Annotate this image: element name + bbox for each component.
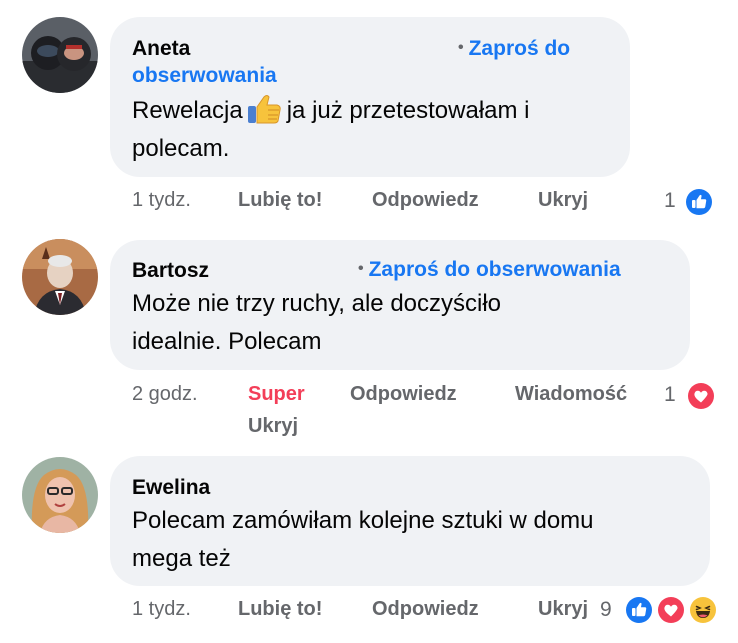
avatar[interactable] (22, 239, 98, 315)
comment-actions: 1 tydz. Lubię to! Odpowiedz Ukryj 1 (0, 187, 738, 219)
comment-bubble: Ewelina Polecam zamówiłam kolejne sztuki… (110, 456, 710, 586)
avatar[interactable] (22, 457, 98, 533)
timestamp[interactable]: 1 tydz. (132, 598, 191, 621)
reaction-count[interactable]: 1 (664, 383, 676, 407)
follow-button[interactable]: • Zaproś do (458, 34, 570, 63)
follow-label: obserwowania (132, 64, 277, 87)
comment-author[interactable]: Ewelina (132, 476, 210, 500)
follow-label: Zaproś do obserwowania (368, 258, 621, 281)
reaction-count[interactable]: 1 (664, 189, 676, 213)
love-reaction-icon[interactable] (686, 381, 716, 411)
timestamp[interactable]: 2 godz. (132, 383, 198, 406)
like-button[interactable]: Lubię to! (238, 598, 322, 621)
message-button[interactable]: Wiadomość (515, 383, 627, 406)
super-reaction-button[interactable]: Super (248, 383, 305, 406)
comment-actions: 1 tydz. Lubię to! Odpowiedz Ukryj 9 (0, 595, 738, 632)
follow-button[interactable]: • Zaproś do obserwowania (358, 255, 621, 284)
comment-bubble: Bartosz • Zaproś do obserwowania Może nie… (110, 240, 690, 370)
separator-dot: • (358, 260, 364, 277)
hide-button[interactable]: Ukryj (538, 189, 588, 212)
timestamp[interactable]: 1 tydz. (132, 189, 191, 212)
love-reaction-icon[interactable] (656, 595, 686, 625)
avatar[interactable] (22, 17, 98, 93)
like-reaction-icon[interactable] (684, 187, 714, 217)
comment-author[interactable]: Aneta (132, 37, 190, 61)
reply-button[interactable]: Odpowiedz (372, 598, 479, 621)
follow-button-continued[interactable]: obserwowania (132, 62, 277, 90)
thumbs-up-emoji-icon (247, 94, 281, 124)
reply-button[interactable]: Odpowiedz (372, 189, 479, 212)
haha-reaction-icon[interactable] (688, 595, 718, 625)
comment-bubble: Aneta • Zaproś do obserwowania Rewelacja … (110, 17, 630, 177)
comment-text: Może nie trzy ruchy, ale doczyściło idea… (132, 290, 502, 355)
like-reaction-icon[interactable] (624, 595, 654, 625)
comment-actions: 2 godz. Super Odpowiedz Wiadomość Ukryj … (0, 381, 738, 447)
comment-aneta: Aneta • Zaproś do obserwowania Rewelacja … (0, 0, 738, 230)
reply-button[interactable]: Odpowiedz (350, 383, 457, 406)
comment-author[interactable]: Bartosz (132, 259, 209, 283)
like-button[interactable]: Lubię to! (238, 189, 322, 212)
comment-ewelina: Ewelina Polecam zamówiłam kolejne sztuki… (0, 450, 738, 643)
hide-button[interactable]: Ukryj (538, 598, 588, 621)
comment-bartosz: Bartosz • Zaproś do obserwowania Może nie… (0, 230, 738, 450)
separator-dot: • (458, 39, 464, 56)
hide-button[interactable]: Ukryj (248, 415, 298, 438)
reaction-count[interactable]: 9 (600, 598, 612, 622)
comment-text: Rewelacja ja już przetestowałam i poleca… (132, 92, 622, 168)
comment-text: Polecam zamówiłam kolejne sztuki w domu … (132, 507, 594, 572)
follow-label: Zaproś do (468, 37, 571, 60)
